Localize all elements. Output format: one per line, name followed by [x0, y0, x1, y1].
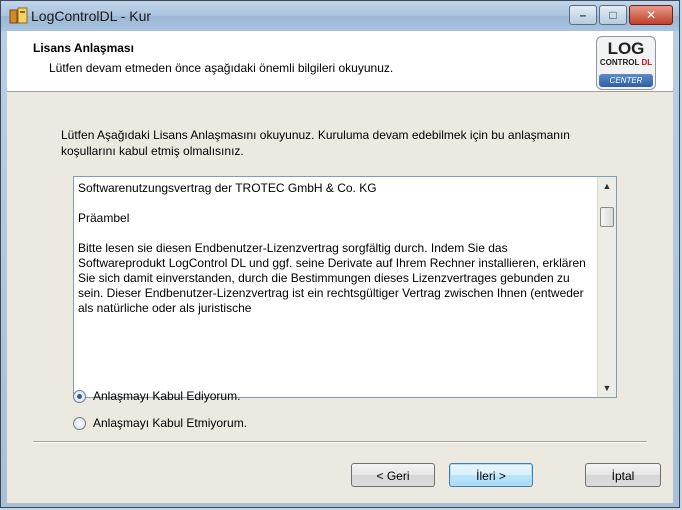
back-button[interactable]: < Geri [351, 463, 435, 487]
logcontrol-logo: LOG CONTROL DL CENTER [596, 36, 656, 90]
logo-dl-word: DL [641, 58, 653, 67]
decline-radio-label[interactable]: Anlaşmayı Kabul Etmiyorum. [93, 416, 247, 430]
scroll-up-arrow-icon[interactable]: ▲ [598, 177, 616, 195]
close-button[interactable]: ✕ [629, 5, 673, 25]
scroll-down-arrow-icon[interactable]: ▼ [598, 379, 616, 397]
decline-radio-icon[interactable] [73, 416, 86, 430]
decline-radio-option[interactable]: Anlaşmayı Kabul Etmiyorum. [73, 414, 247, 432]
logo-control-word: CONTROL [599, 58, 642, 67]
installer-icon [9, 7, 29, 25]
scroll-thumb[interactable] [600, 207, 614, 227]
accept-radio-label[interactable]: Anlaşmayı Kabul Ediyorum. [93, 389, 240, 403]
minimize-button[interactable]: – [569, 5, 597, 25]
minimize-icon: – [579, 8, 587, 22]
maximize-button[interactable]: □ [599, 5, 627, 25]
license-paragraph: Softwarenutzungsvertrag der TROTEC GmbH … [78, 181, 377, 195]
intro-text: Lütfen Aşağıdaki Lisans Anlaşmasını okuy… [61, 128, 570, 158]
footer-divider [33, 441, 647, 443]
dialog-client-area: Lisans Anlaşması Lütfen devam etmeden ön… [7, 31, 673, 503]
maximize-icon: □ [609, 8, 617, 22]
accept-radio-option[interactable]: Anlaşmayı Kabul Ediyorum. [73, 387, 240, 405]
installer-window: LogControlDL - Kur – □ ✕ Lisans Anlaşmas… [0, 0, 680, 508]
close-icon: ✕ [645, 8, 657, 22]
license-paragraph: Präambel [78, 211, 130, 225]
next-button[interactable]: İleri > [449, 463, 533, 487]
logo-log-text: LOG [607, 39, 645, 58]
title-bar[interactable]: LogControlDL - Kur – □ ✕ [1, 1, 679, 31]
logo-center-text: CENTER [599, 74, 653, 87]
window-title: LogControlDL - Kur [31, 8, 152, 24]
logo-control-text: CONTROL DL [597, 58, 655, 67]
license-content: Softwarenutzungsvertrag der TROTEC GmbH … [78, 181, 590, 331]
license-scrollbar[interactable]: ▲ ▼ [597, 177, 616, 397]
accept-radio-icon[interactable] [73, 389, 86, 403]
license-textbox[interactable]: Softwarenutzungsvertrag der TROTEC GmbH … [73, 176, 617, 398]
page-subtitle: Lütfen devam etmeden önce aşağıdaki önem… [49, 61, 394, 75]
page-title: Lisans Anlaşması [33, 41, 134, 55]
wizard-header: Lisans Anlaşması Lütfen devam etmeden ön… [7, 31, 673, 92]
cancel-button[interactable]: İptal [585, 463, 661, 487]
license-paragraph: Bitte lesen sie diesen Endbenutzer-Lizen… [78, 241, 586, 315]
